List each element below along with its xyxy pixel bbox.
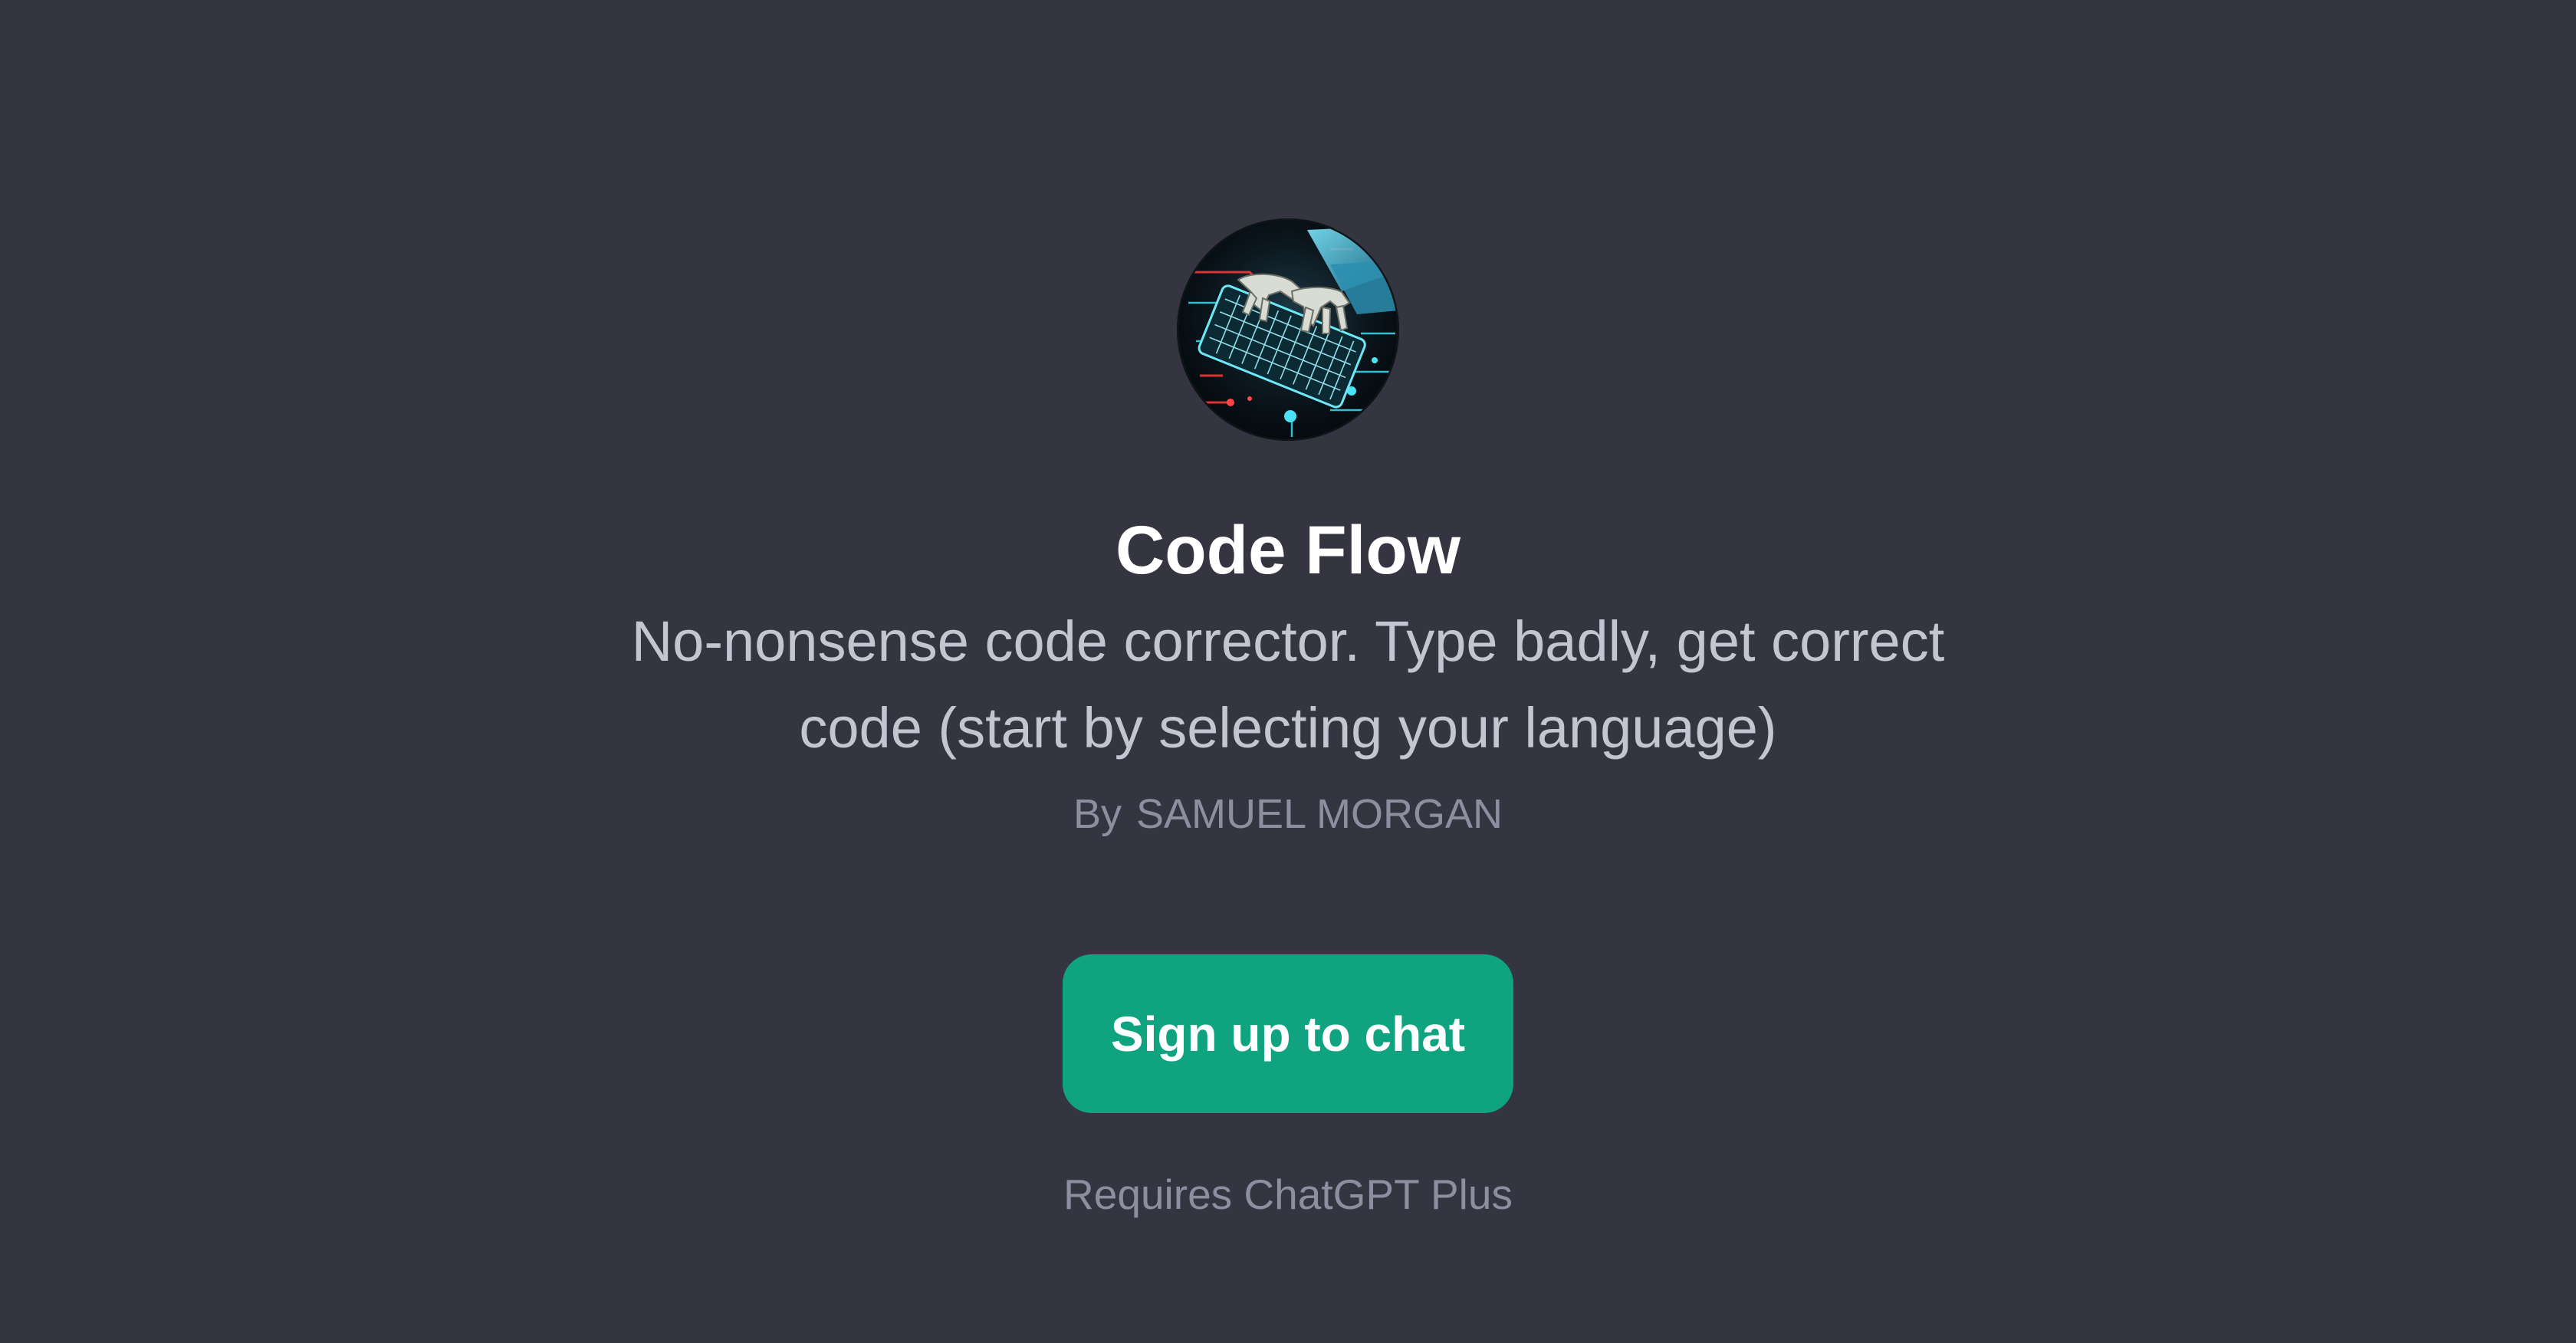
gpt-avatar: [1177, 218, 1399, 441]
author-name: SAMUEL MORGAN: [1135, 791, 1503, 837]
gpt-description: No-nonsense code corrector. Type badly, …: [631, 609, 1945, 760]
keyboard-hands-avatar-icon: [1177, 218, 1399, 441]
gpt-landing-page: Code Flow No-nonsense code corrector. Ty…: [0, 0, 2576, 1343]
plus-requirement-note: Requires ChatGPT Plus: [1063, 1171, 1513, 1218]
gpt-author: By SAMUEL MORGAN: [0, 786, 2576, 842]
author-prefix: By: [1073, 791, 1122, 837]
gpt-title: Code Flow: [1116, 511, 1460, 588]
sign-up-to-chat-button[interactable]: Sign up to chat: [1063, 954, 1513, 1113]
